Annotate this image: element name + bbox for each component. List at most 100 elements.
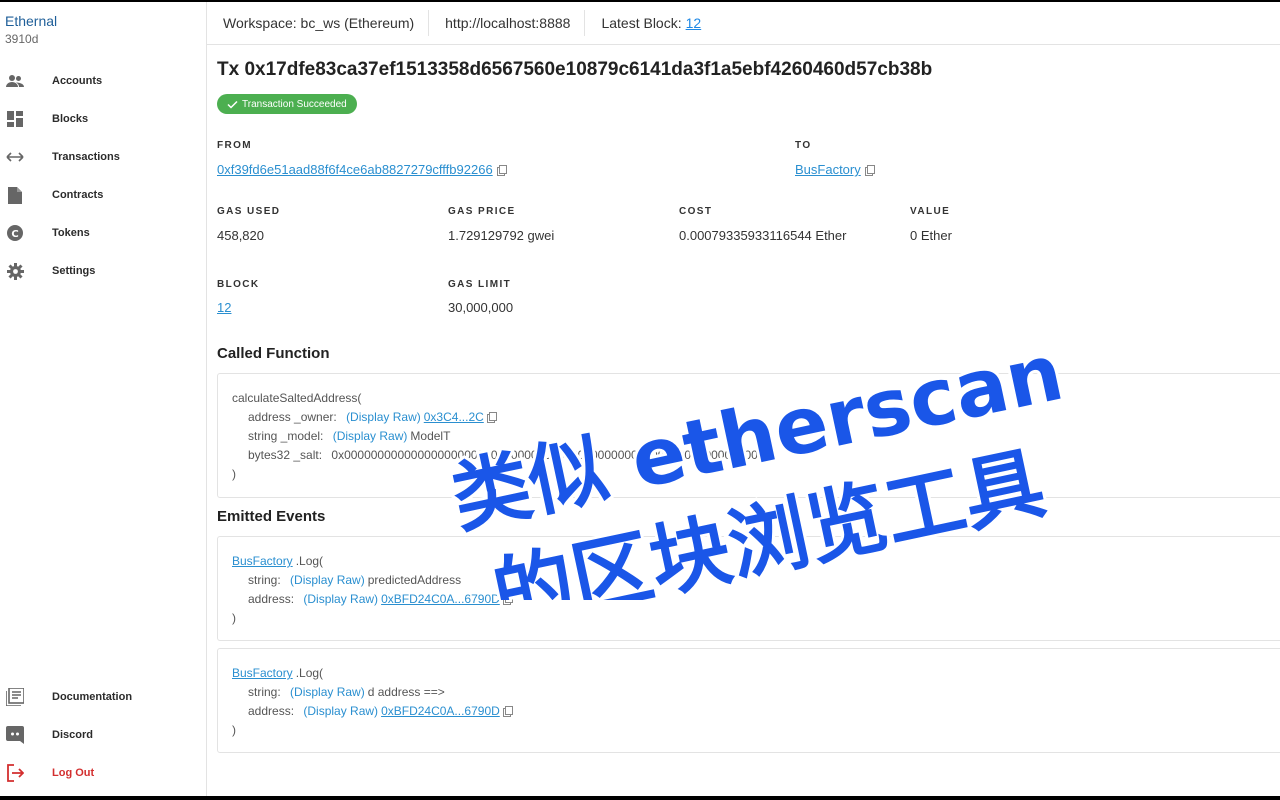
workspace-label: Workspace: bc_ws (Ethereum) bbox=[223, 15, 415, 31]
latest-block-label: Latest Block: bbox=[601, 15, 682, 31]
sidebar-item-settings[interactable]: Settings bbox=[0, 252, 206, 290]
param-label: address: bbox=[248, 592, 295, 606]
svg-text:C: C bbox=[11, 229, 18, 240]
status-badge: Transaction Succeeded bbox=[217, 94, 357, 114]
sidebar-item-blocks[interactable]: Blocks bbox=[0, 100, 206, 138]
rpc-url: http://localhost:8888 bbox=[445, 15, 571, 31]
event-close: ) bbox=[232, 723, 236, 737]
value-value: 0 Ether bbox=[910, 228, 952, 243]
sidebar-item-documentation[interactable]: Documentation bbox=[0, 678, 206, 716]
discord-icon bbox=[6, 726, 24, 744]
copy-icon[interactable] bbox=[502, 594, 513, 605]
sidebar-item-tokens[interactable]: C Tokens bbox=[0, 214, 206, 252]
event-param: address: (Display Raw) 0xBFD24C0A...6790… bbox=[248, 704, 513, 718]
copy-icon[interactable] bbox=[496, 164, 507, 176]
display-raw-toggle[interactable]: (Display Raw) bbox=[303, 592, 378, 606]
called-function-title: Called Function bbox=[217, 345, 330, 362]
sidebar-item-accounts[interactable]: Accounts bbox=[0, 62, 206, 100]
sidebar-item-discord[interactable]: Discord bbox=[0, 716, 206, 754]
emitted-events-title: Emitted Events bbox=[217, 508, 326, 525]
display-raw-toggle[interactable]: (Display Raw) bbox=[346, 410, 421, 424]
top-bar: Workspace: bc_ws (Ethereum) http://local… bbox=[207, 2, 1280, 45]
app-subtitle: 3910d bbox=[5, 32, 39, 46]
tokens-icon: C bbox=[6, 224, 24, 242]
frame-bottom bbox=[0, 796, 1280, 800]
sidebar-item-logout[interactable]: Log Out bbox=[0, 754, 206, 792]
block-link[interactable]: 12 bbox=[217, 300, 231, 315]
function-close: ) bbox=[232, 467, 236, 481]
to-contract-link[interactable]: BusFactory bbox=[795, 162, 861, 177]
app-name[interactable]: Ethernal bbox=[5, 13, 57, 29]
param-label: address _owner: bbox=[248, 410, 337, 424]
sidebar-item-label: Transactions bbox=[52, 151, 120, 163]
from-address-link[interactable]: 0xf39fd6e51aad88f6f4ce6ab8827279cfffb922… bbox=[217, 162, 493, 177]
to-label: TO bbox=[795, 140, 812, 151]
display-raw-toggle[interactable]: (Display Raw) bbox=[290, 685, 365, 699]
gas-price-value: 1.729129792 gwei bbox=[448, 228, 555, 243]
copy-icon[interactable] bbox=[486, 412, 497, 423]
sidebar: Ethernal 3910d Accounts Blocks Transacti… bbox=[0, 2, 207, 796]
event-card: BusFactory .Log( string: (Display Raw) pr… bbox=[217, 536, 1280, 641]
event-param: address: (Display Raw) 0xBFD24C0A...6790… bbox=[248, 592, 513, 606]
sidebar-item-contracts[interactable]: Contracts bbox=[0, 176, 206, 214]
sidebar-item-label: Settings bbox=[52, 265, 96, 277]
contracts-icon bbox=[6, 186, 24, 204]
from-label: FROM bbox=[217, 140, 253, 151]
to-field: BusFactory bbox=[795, 162, 875, 177]
block-field: 12 bbox=[217, 300, 231, 315]
value-label: VALUE bbox=[910, 206, 951, 217]
event-contract-link[interactable]: BusFactory bbox=[232, 554, 293, 568]
sidebar-item-label: Contracts bbox=[52, 189, 104, 201]
param-label: string: bbox=[248, 685, 281, 699]
function-name: calculateSaltedAddress( bbox=[232, 391, 362, 405]
param-value: 0x00000000000000000000000000000000000000… bbox=[331, 448, 772, 462]
from-field: 0xf39fd6e51aad88f6f4ce6ab8827279cfffb922… bbox=[217, 162, 507, 177]
param-value: predictedAddress bbox=[367, 573, 462, 587]
function-param: string _model: (Display Raw) ModelT bbox=[248, 429, 450, 443]
param-value: d address ==> bbox=[367, 685, 445, 699]
param-value: ModelT bbox=[410, 429, 451, 443]
page-title: Tx 0x17dfe83ca37ef1513358d6567560e10879c… bbox=[217, 59, 933, 80]
event-call: .Log( bbox=[295, 554, 324, 568]
param-label: string _model: bbox=[248, 429, 324, 443]
param-address-link[interactable]: 0xBFD24C0A...6790D bbox=[381, 592, 500, 606]
blocks-icon bbox=[6, 110, 24, 128]
event-param: string: (Display Raw) d address ==> bbox=[248, 685, 445, 699]
logout-icon bbox=[6, 764, 24, 782]
copy-icon[interactable] bbox=[864, 164, 875, 176]
latest-block: Latest Block: 12 bbox=[585, 10, 715, 36]
copy-icon[interactable] bbox=[502, 706, 513, 717]
event-card: BusFactory .Log( string: (Display Raw) d … bbox=[217, 648, 1280, 753]
sidebar-item-label: Log Out bbox=[52, 767, 95, 779]
status-text: Transaction Succeeded bbox=[242, 98, 347, 110]
sidebar-item-label: Blocks bbox=[52, 113, 89, 125]
sidebar-item-label: Documentation bbox=[52, 691, 133, 703]
accounts-icon bbox=[6, 72, 24, 90]
display-raw-toggle[interactable]: (Display Raw) bbox=[290, 573, 365, 587]
called-function-card: calculateSaltedAddress( address _owner: … bbox=[217, 373, 1280, 498]
param-label: address: bbox=[248, 704, 295, 718]
cost-value: 0.00079335933116544 Ether bbox=[679, 228, 847, 243]
block-label: BLOCK bbox=[217, 279, 260, 290]
transactions-icon bbox=[6, 148, 24, 166]
event-param: string: (Display Raw) predictedAddress bbox=[248, 573, 461, 587]
documentation-icon bbox=[6, 688, 24, 706]
event-contract-link[interactable]: BusFactory bbox=[232, 666, 293, 680]
latest-block-link[interactable]: 12 bbox=[686, 15, 702, 31]
function-param: address _owner: (Display Raw) 0x3C4...2C bbox=[248, 410, 497, 424]
event-call: .Log( bbox=[295, 666, 324, 680]
gas-limit-label: GAS LIMIT bbox=[448, 279, 512, 290]
gas-price-label: GAS PRICE bbox=[448, 206, 516, 217]
workspace-indicator[interactable]: Workspace: bc_ws (Ethereum) bbox=[207, 10, 430, 36]
event-header: BusFactory .Log( bbox=[232, 554, 323, 568]
param-address-link[interactable]: 0xBFD24C0A...6790D bbox=[381, 704, 500, 718]
function-param: bytes32 _salt: 0x00000000000000000000000… bbox=[248, 448, 771, 462]
settings-icon bbox=[6, 262, 24, 280]
display-raw-toggle[interactable]: (Display Raw) bbox=[333, 429, 408, 443]
transaction-detail: Tx 0x17dfe83ca37ef1513358d6567560e10879c… bbox=[217, 45, 1280, 795]
display-raw-toggle[interactable]: (Display Raw) bbox=[303, 704, 378, 718]
cost-label: COST bbox=[679, 206, 713, 217]
sidebar-item-transactions[interactable]: Transactions bbox=[0, 138, 206, 176]
param-address-link[interactable]: 0x3C4...2C bbox=[424, 410, 484, 424]
gas-limit-value: 30,000,000 bbox=[448, 300, 514, 315]
